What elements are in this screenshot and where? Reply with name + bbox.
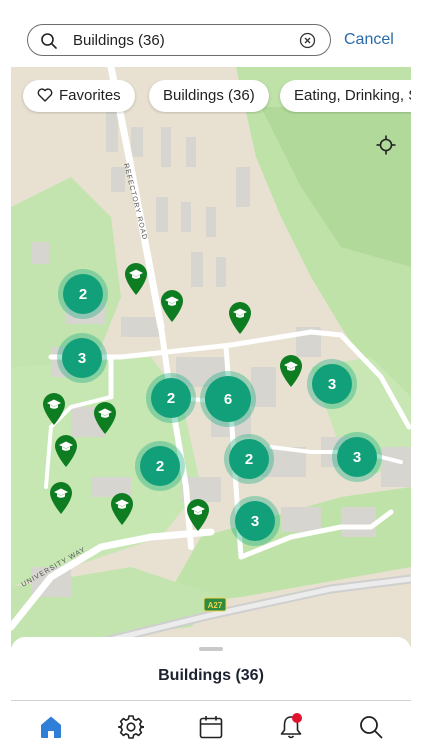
chip-label: Favorites: [59, 87, 121, 104]
map-cluster[interactable]: 2: [224, 434, 274, 484]
graduation-cap-icon: [280, 355, 302, 387]
cluster-count: 3: [312, 364, 352, 404]
building-pin[interactable]: [279, 354, 303, 388]
building-pin[interactable]: [110, 492, 134, 526]
building-pin[interactable]: [42, 392, 66, 426]
search-value: Buildings (36): [73, 32, 165, 49]
filter-chips: Favorites Buildings (36) Eating, Drinkin…: [11, 80, 411, 114]
graduation-cap-icon: [43, 393, 65, 425]
chip-label: Eating, Drinking, S: [294, 87, 411, 104]
heart-icon: [37, 87, 53, 102]
graduation-cap-icon: [111, 493, 133, 525]
map-cluster[interactable]: 6: [200, 371, 256, 427]
building-pin[interactable]: [93, 401, 117, 435]
map-cluster[interactable]: 2: [146, 373, 196, 423]
sheet-handle[interactable]: [199, 647, 223, 651]
calendar-icon[interactable]: [198, 714, 224, 740]
chip-favorites[interactable]: Favorites: [23, 80, 135, 112]
cluster-count: 2: [140, 446, 180, 486]
cluster-count: 2: [151, 378, 191, 418]
cluster-count: 2: [63, 274, 103, 314]
cluster-count: 3: [337, 437, 377, 477]
cluster-count: 2: [229, 439, 269, 479]
tab-bar: [0, 701, 422, 750]
locate-icon[interactable]: [376, 135, 396, 155]
bottom-sheet[interactable]: Buildings (36): [11, 637, 411, 701]
map-cluster[interactable]: 3: [307, 359, 357, 409]
chip-label: Buildings (36): [163, 87, 255, 104]
gear-icon[interactable]: [118, 714, 144, 740]
building-pin[interactable]: [228, 301, 252, 335]
notification-badge: [292, 713, 302, 723]
map-cluster[interactable]: 3: [332, 432, 382, 482]
home-icon[interactable]: [38, 714, 64, 740]
road-label: A27: [208, 601, 223, 610]
cluster-count: 3: [235, 501, 275, 541]
graduation-cap-icon: [55, 435, 77, 467]
search-icon: [41, 33, 57, 49]
building-pin[interactable]: [49, 481, 73, 515]
search-icon[interactable]: [358, 714, 384, 740]
building-pin[interactable]: [54, 434, 78, 468]
building-pin[interactable]: [186, 498, 210, 532]
cancel-button[interactable]: Cancel: [344, 31, 394, 49]
cluster-count: 6: [205, 376, 251, 422]
building-pin[interactable]: [160, 289, 184, 323]
cluster-count: 3: [62, 338, 102, 378]
map-cluster[interactable]: 2: [135, 441, 185, 491]
graduation-cap-icon: [187, 499, 209, 531]
search-input[interactable]: Buildings (36): [27, 24, 331, 56]
sheet-title: Buildings (36): [158, 667, 264, 684]
map-cluster[interactable]: 3: [57, 333, 107, 383]
graduation-cap-icon: [161, 290, 183, 322]
map-cluster[interactable]: 3: [230, 496, 280, 546]
chip-buildings[interactable]: Buildings (36): [149, 80, 269, 112]
graduation-cap-icon: [94, 402, 116, 434]
building-pin[interactable]: [124, 262, 148, 296]
map-cluster[interactable]: 2: [58, 269, 108, 319]
graduation-cap-icon: [125, 263, 147, 295]
top-bar: Buildings (36) Cancel: [0, 0, 422, 67]
graduation-cap-icon: [50, 482, 72, 514]
clear-icon[interactable]: [299, 32, 316, 49]
graduation-cap-icon: [229, 302, 251, 334]
chip-eating-drinking[interactable]: Eating, Drinking, S: [280, 80, 411, 112]
